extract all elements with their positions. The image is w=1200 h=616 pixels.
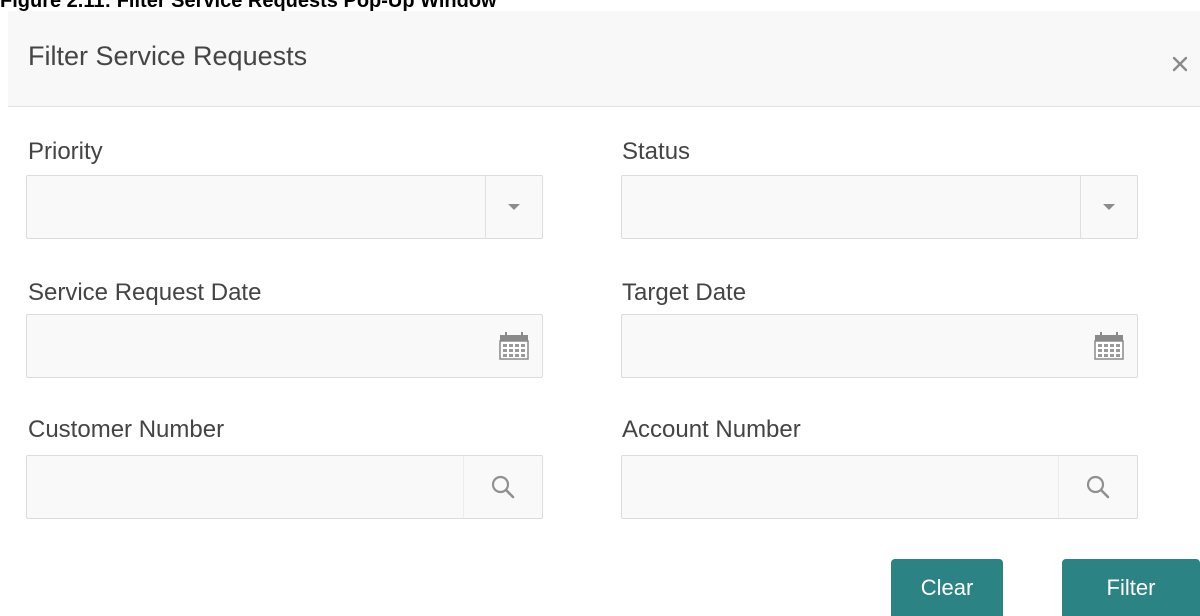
search-icon bbox=[1086, 475, 1110, 499]
close-button[interactable] bbox=[1165, 49, 1195, 79]
close-icon bbox=[1172, 56, 1188, 72]
modal-header: Filter Service Requests bbox=[8, 11, 1200, 107]
service-request-date-input[interactable] bbox=[27, 315, 467, 377]
target-date-label: Target Date bbox=[622, 279, 747, 306]
account-number-label: Account Number bbox=[622, 416, 801, 443]
clear-button[interactable]: Clear bbox=[891, 559, 1003, 616]
filter-service-requests-page: Figure 2.11: Filter Service Requests Pop… bbox=[0, 0, 1200, 616]
modal-title: Filter Service Requests bbox=[28, 41, 308, 71]
account-number-field[interactable] bbox=[621, 455, 1138, 519]
status-input[interactable] bbox=[622, 176, 1062, 238]
calendar-icon bbox=[499, 332, 529, 360]
target-date-field[interactable] bbox=[621, 314, 1138, 378]
status-label: Status bbox=[622, 138, 691, 165]
customer-number-label: Customer Number bbox=[28, 416, 225, 443]
priority-dropdown-toggle[interactable] bbox=[485, 176, 542, 238]
search-icon bbox=[491, 475, 515, 499]
target-date-input[interactable] bbox=[622, 315, 1062, 377]
customer-number-search-button[interactable] bbox=[463, 456, 542, 518]
account-number-search-button[interactable] bbox=[1058, 456, 1137, 518]
chevron-down-icon bbox=[1103, 204, 1115, 210]
service-request-date-field[interactable] bbox=[26, 314, 543, 378]
account-number-input[interactable] bbox=[622, 456, 1062, 518]
calendar-icon bbox=[1094, 332, 1124, 360]
filter-button[interactable]: Filter bbox=[1062, 559, 1200, 616]
chevron-down-icon bbox=[508, 204, 520, 210]
service-request-date-label: Service Request Date bbox=[28, 279, 262, 306]
status-dropdown-toggle[interactable] bbox=[1080, 176, 1137, 238]
target-date-calendar-button[interactable] bbox=[1081, 315, 1137, 377]
customer-number-field[interactable] bbox=[26, 455, 543, 519]
status-select[interactable] bbox=[621, 175, 1138, 239]
customer-number-input[interactable] bbox=[27, 456, 467, 518]
priority-input[interactable] bbox=[27, 176, 467, 238]
service-request-date-calendar-button[interactable] bbox=[486, 315, 542, 377]
figure-caption: Figure 2.11: Filter Service Requests Pop… bbox=[0, 0, 497, 12]
priority-select[interactable] bbox=[26, 175, 543, 239]
priority-label: Priority bbox=[28, 138, 103, 165]
